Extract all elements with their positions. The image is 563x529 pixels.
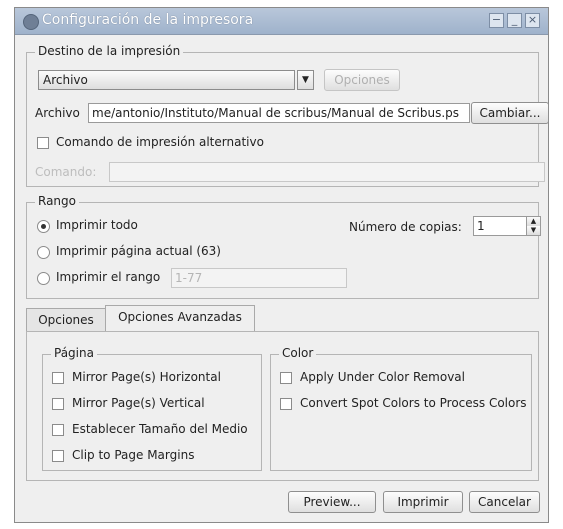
- pagina-group: Página Mirror Page(s) Horizontal Mirror …: [42, 346, 262, 471]
- title-bar[interactable]: Configuración de la impresora − _ ×: [15, 8, 548, 35]
- printer-select-value: Archivo: [43, 73, 88, 87]
- clip-margins-checkbox[interactable]: [52, 450, 64, 462]
- print-current-label: Imprimir página actual (63): [56, 244, 221, 258]
- clip-margins-label: Clip to Page Margins: [72, 448, 195, 462]
- media-size-checkbox[interactable]: [52, 424, 64, 436]
- print-current-radio[interactable]: [37, 246, 50, 259]
- color-group: Color Apply Under Color Removal Convert …: [270, 346, 532, 471]
- tab-panel: Página Mirror Page(s) Horizontal Mirror …: [26, 331, 539, 481]
- spin-up-button[interactable]: ▲: [526, 217, 540, 226]
- mirror-horizontal-label: Mirror Page(s) Horizontal: [72, 370, 221, 384]
- print-all-label: Imprimir todo: [56, 218, 138, 232]
- copies-spinbox[interactable]: 1 ▲ ▼: [473, 216, 541, 236]
- ucr-checkbox[interactable]: [280, 372, 292, 384]
- comando-label: Comando:: [35, 165, 97, 179]
- chevron-down-icon: ▼: [302, 75, 309, 85]
- printer-select[interactable]: Archivo: [38, 70, 295, 90]
- print-range-radio[interactable]: [37, 272, 50, 285]
- print-range-label: Imprimir el rango: [56, 270, 161, 284]
- printer-dropdown-button[interactable]: ▼: [297, 70, 314, 90]
- shade-window-button[interactable]: −: [489, 13, 504, 28]
- archivo-path-input[interactable]: me/antonio/Instituto/Manual de scribus/M…: [88, 103, 470, 123]
- destino-legend: Destino de la impresión: [35, 44, 184, 58]
- ucr-label: Apply Under Color Removal: [300, 370, 465, 384]
- spin-down-button[interactable]: ▼: [526, 226, 540, 235]
- app-logo-icon: [23, 14, 39, 30]
- window-title: Configuración de la impresora: [42, 12, 254, 28]
- media-size-label: Establecer Tamaño del Medio: [72, 422, 248, 436]
- mirror-horizontal-checkbox[interactable]: [52, 372, 64, 384]
- print-button[interactable]: Imprimir: [383, 491, 463, 513]
- minimize-window-button[interactable]: _: [507, 13, 522, 28]
- color-legend: Color: [279, 346, 317, 360]
- pagina-legend: Página: [51, 346, 97, 360]
- range-input[interactable]: 1-77: [171, 268, 347, 288]
- close-window-button[interactable]: ×: [525, 13, 540, 28]
- rango-group: Rango Imprimir todo Imprimir página actu…: [26, 194, 541, 299]
- cancel-button[interactable]: Cancelar: [469, 491, 540, 513]
- radio-selected-dot: [41, 224, 46, 229]
- spot-colors-checkbox[interactable]: [280, 398, 292, 410]
- rango-legend: Rango: [35, 194, 79, 208]
- alt-command-checkbox[interactable]: [37, 137, 49, 149]
- archivo-label: Archivo: [35, 106, 80, 120]
- destino-group: Destino de la impresión Archivo ▼ Opcion…: [26, 44, 549, 187]
- copies-label: Número de copias:: [349, 220, 462, 234]
- preview-button[interactable]: Preview...: [288, 491, 376, 513]
- tab-opciones[interactable]: Opciones: [26, 308, 106, 332]
- mirror-vertical-label: Mirror Page(s) Vertical: [72, 396, 205, 410]
- print-all-radio[interactable]: [37, 220, 50, 233]
- alt-command-label: Comando de impresión alternativo: [56, 135, 264, 149]
- print-dialog-window: Configuración de la impresora − _ × Dest…: [14, 7, 549, 523]
- mirror-vertical-checkbox[interactable]: [52, 398, 64, 410]
- tab-opciones-avanzadas[interactable]: Opciones Avanzadas: [105, 305, 255, 332]
- comando-input[interactable]: [109, 162, 545, 182]
- options-button[interactable]: Opciones: [324, 69, 400, 91]
- copies-value: 1: [477, 219, 485, 233]
- cambiar-button[interactable]: Cambiar...: [471, 102, 549, 124]
- spot-colors-label: Convert Spot Colors to Process Colors: [300, 396, 527, 410]
